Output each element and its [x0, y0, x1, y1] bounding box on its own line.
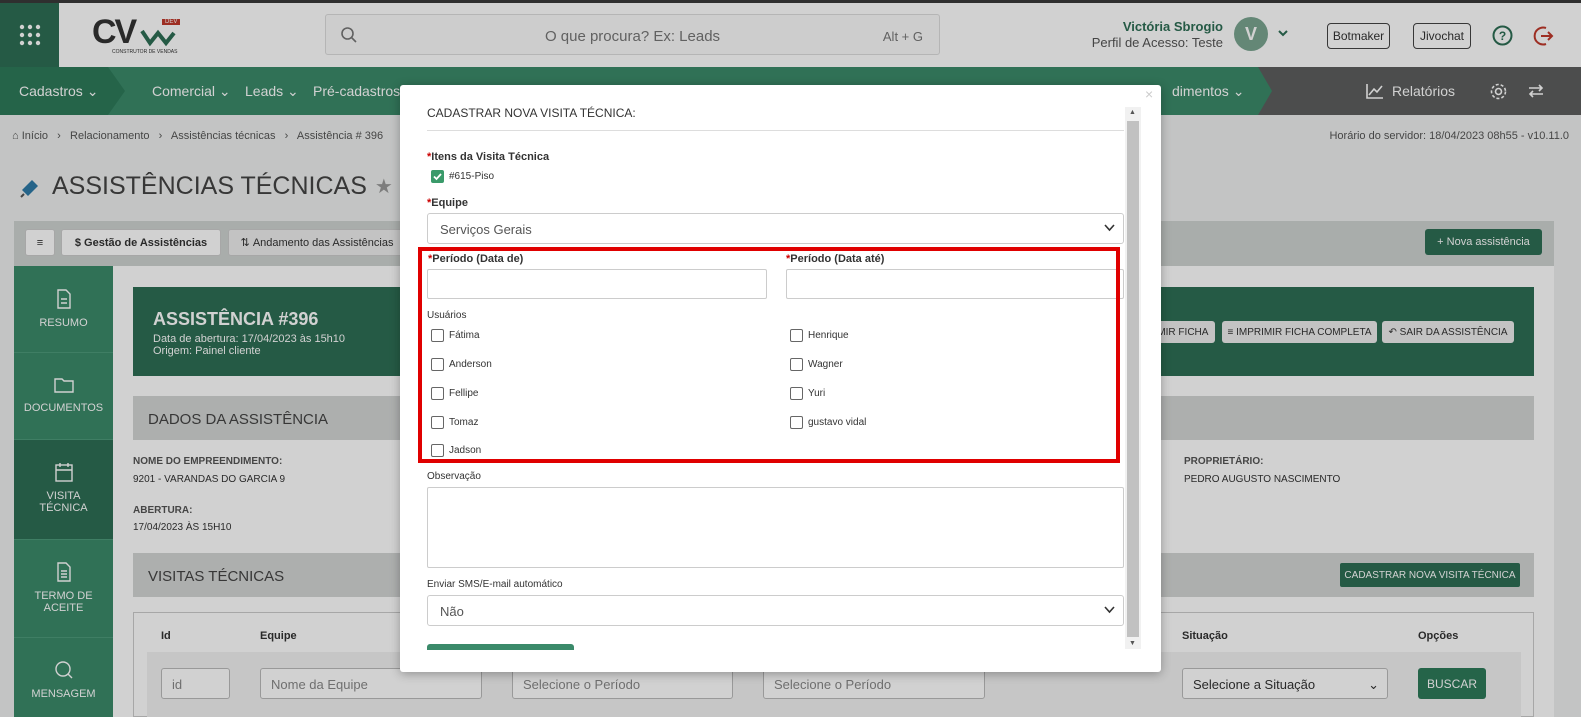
divider — [427, 130, 1124, 131]
sms-select[interactable]: Não — [427, 595, 1124, 626]
sms-label: Enviar SMS/E-mail automático — [427, 579, 563, 590]
equipe-value: Serviços Gerais — [440, 222, 532, 237]
equipe-label: *Equipe — [427, 197, 468, 209]
itens-label-text: Itens da Visita Técnica — [431, 151, 550, 163]
submit-button[interactable] — [427, 644, 574, 650]
item-checkbox-row[interactable]: #615-Piso — [431, 170, 494, 183]
modal-scrollbar[interactable]: ▲ ▼ — [1125, 107, 1141, 649]
chevron-down-icon — [1104, 606, 1115, 614]
close-icon[interactable]: × — [1145, 86, 1153, 102]
scrollbar-thumb[interactable] — [1127, 121, 1139, 637]
scroll-down-icon[interactable]: ▼ — [1129, 640, 1136, 647]
itens-label: *Itens da Visita Técnica — [427, 151, 549, 163]
highlight-box — [418, 247, 1120, 463]
observacao-label: Observação — [427, 471, 481, 482]
observacao-textarea[interactable] — [427, 487, 1124, 568]
sms-value: Não — [440, 604, 464, 619]
checkbox-checked[interactable] — [431, 170, 444, 183]
equipe-select[interactable]: Serviços Gerais — [427, 213, 1124, 244]
item-label: #615-Piso — [449, 171, 495, 182]
modal-title: CADASTRAR NOVA VISITA TÉCNICA: — [427, 106, 636, 120]
chevron-down-icon — [1104, 224, 1115, 232]
scroll-up-icon[interactable]: ▲ — [1129, 109, 1136, 116]
equipe-label-text: Equipe — [431, 197, 468, 209]
